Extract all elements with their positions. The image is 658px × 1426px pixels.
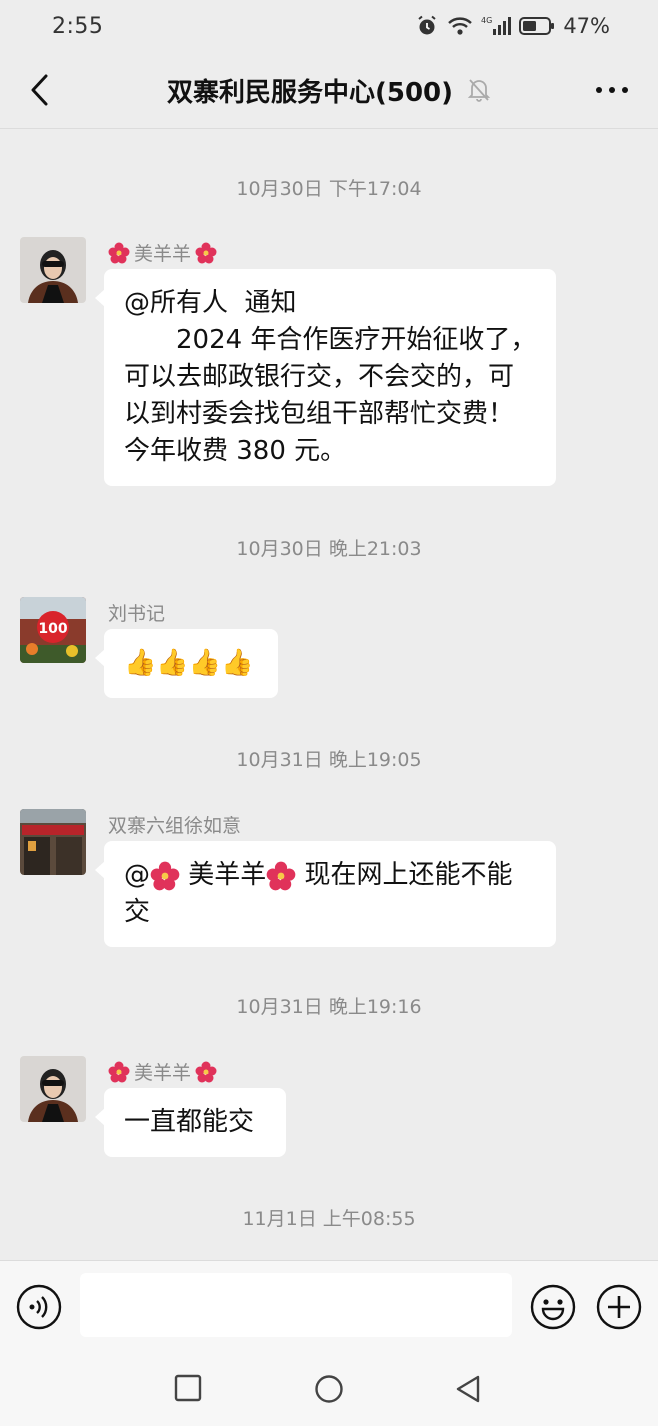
emoji-button[interactable] xyxy=(530,1284,576,1334)
voice-icon xyxy=(16,1284,62,1330)
message-text: 交 xyxy=(124,897,151,927)
recent-apps-button[interactable] xyxy=(174,1374,202,1406)
timestamp: 10月31日 晚上19:16 xyxy=(236,996,422,1018)
timestamp: 10月30日 下午17:04 xyxy=(236,178,422,200)
emoji-icon xyxy=(530,1284,576,1330)
thumbs-up-emoji: 👍👍👍👍 xyxy=(124,648,254,678)
recent-apps-icon xyxy=(174,1374,202,1402)
message-text: 可以去邮政银行交，不会交的，可 xyxy=(124,362,515,392)
timestamp: 10月31日 晚上19:05 xyxy=(236,749,422,771)
battery-icon xyxy=(519,15,555,37)
message-bubble[interactable]: @ 美羊羊 现在网上还能不能 交 xyxy=(95,841,556,947)
back-button[interactable] xyxy=(20,70,60,110)
input-bar xyxy=(0,1260,658,1355)
message-input[interactable] xyxy=(80,1273,512,1337)
sender-name: 美羊羊 xyxy=(108,1058,217,1085)
avatar[interactable]: 100 xyxy=(20,597,86,663)
message-item: 100 刘书记 👍👍👍👍 xyxy=(20,597,620,698)
chat-area[interactable]: 10月30日 下午17:04 美羊羊 @所有人 通知 2024 年合作医疗开始征… xyxy=(0,129,658,1259)
hibiscus-icon xyxy=(195,242,217,263)
message-text: 以到村委会找包组干部帮忙交费！ xyxy=(124,399,515,429)
home-icon xyxy=(315,1375,343,1403)
system-navigation xyxy=(0,1354,658,1426)
status-time: 2:55 xyxy=(52,13,104,39)
more-button[interactable] xyxy=(592,74,632,106)
avatar[interactable] xyxy=(20,1056,86,1122)
message-text: @所有人 通知 xyxy=(124,288,297,318)
back-icon xyxy=(456,1375,480,1403)
chat-title: 双寨利民服务中心(500) xyxy=(166,77,454,108)
message-bubble[interactable]: 一直都能交 xyxy=(95,1088,286,1157)
alarm-icon xyxy=(415,14,439,38)
hibiscus-icon xyxy=(195,1061,217,1082)
mention-symbol: @ xyxy=(124,860,150,890)
hibiscus-icon xyxy=(266,861,296,890)
chat-header: 双寨利民服务中心(500) xyxy=(0,52,658,129)
plus-icon xyxy=(596,1284,642,1330)
back-arrow-icon xyxy=(31,74,48,106)
message-item: 美羊羊 一直都能交 xyxy=(20,1056,620,1157)
message-text-fragment: 现在网上还能不能 xyxy=(296,860,513,890)
svg-text:4G: 4G xyxy=(481,16,492,25)
home-button[interactable] xyxy=(314,1374,344,1408)
signal-icon: 4G xyxy=(481,15,512,37)
timestamp: 10月30日 晚上21:03 xyxy=(236,538,422,560)
sender-name: 美羊羊 xyxy=(108,239,217,266)
message-text: 一直都能交 xyxy=(124,1107,255,1137)
back-nav-button[interactable] xyxy=(454,1374,482,1408)
hibiscus-icon xyxy=(108,242,130,263)
message-text: 2024 年合作医疗开始征收了， xyxy=(124,325,537,355)
message-text: @ 美羊羊 现在网上还能不能 xyxy=(124,857,536,894)
avatar[interactable] xyxy=(20,809,86,875)
svg-text:100: 100 xyxy=(38,621,67,637)
hibiscus-icon xyxy=(150,861,180,890)
sender-name: 双寨六组徐如意 xyxy=(108,815,242,837)
message-text: 今年收费 380 元。 xyxy=(124,436,347,466)
message-item: 双寨六组徐如意 @ 美羊羊 现在网上还能不能 交 xyxy=(20,809,620,949)
voice-button[interactable] xyxy=(16,1284,62,1334)
message-bubble[interactable]: 👍👍👍👍 xyxy=(95,629,278,698)
more-icon xyxy=(596,87,628,93)
mute-bell-icon xyxy=(467,77,491,103)
plus-button[interactable] xyxy=(596,1284,642,1334)
message-item: 美羊羊 @所有人 通知 2024 年合作医疗开始征收了， 可以去邮政银行交，不会… xyxy=(20,237,620,487)
mention-name[interactable]: 美羊羊 xyxy=(180,860,266,890)
battery-percent: 47% xyxy=(563,14,610,38)
status-icons: 4G 47% xyxy=(415,14,610,38)
message-bubble[interactable]: @所有人 通知 2024 年合作医疗开始征收了， 可以去邮政银行交，不会交的，可… xyxy=(95,269,556,486)
avatar[interactable] xyxy=(20,237,86,303)
wifi-icon xyxy=(447,15,473,37)
sender-name: 刘书记 xyxy=(108,603,166,625)
timestamp: 11月1日 上午08:55 xyxy=(242,1208,416,1230)
status-bar: 2:55 4G 47% xyxy=(0,0,658,52)
hibiscus-icon xyxy=(108,1061,130,1082)
